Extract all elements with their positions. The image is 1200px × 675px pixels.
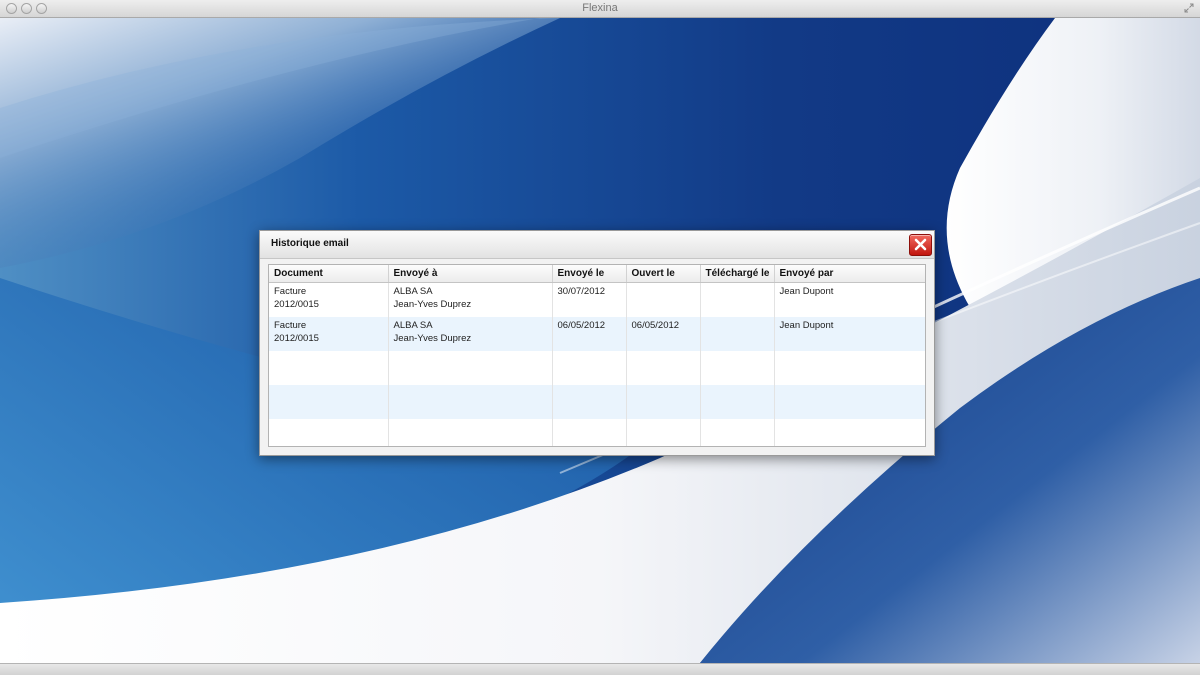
empty-cell [388, 419, 553, 446]
empty-cell [774, 385, 925, 419]
recipient-company: ALBA SA [393, 286, 433, 297]
empty-cell [552, 385, 627, 419]
empty-cell [626, 419, 701, 446]
column-header-telecharge-le[interactable]: Téléchargé le [700, 265, 775, 283]
cell-ouvert-le: 06/05/2012 [626, 317, 701, 351]
empty-row [269, 385, 925, 419]
empty-cell [774, 351, 925, 385]
column-header-envoye-le[interactable]: Envoyé le [552, 265, 627, 283]
cell-telecharge-le [700, 282, 775, 317]
empty-row [269, 351, 925, 385]
empty-cell [700, 419, 775, 446]
table-header-row: Document Envoyé à Envoyé le Ouvert le Té… [269, 265, 925, 283]
cell-ouvert-le [626, 282, 701, 317]
email-history-table: Document Envoyé à Envoyé le Ouvert le Té… [268, 264, 926, 447]
document-type: Facture [274, 286, 307, 297]
recipient-company: ALBA SA [393, 320, 433, 331]
fullscreen-icon[interactable] [1184, 3, 1194, 13]
dialog-close-button[interactable] [909, 234, 932, 256]
document-number: 2012/0015 [274, 332, 319, 344]
empty-cell [269, 351, 389, 385]
empty-cell [552, 419, 627, 446]
table-row[interactable]: Facture 2012/0015 ALBA SA Jean-Yves Dupr… [269, 282, 925, 317]
dialog-header: Historique email [260, 231, 934, 259]
recipient-contact: Jean-Yves Duprez [393, 298, 472, 310]
empty-cell [552, 351, 627, 385]
cell-envoye-a: ALBA SA Jean-Yves Duprez [388, 317, 553, 351]
cell-envoye-le: 30/07/2012 [552, 282, 627, 317]
empty-cell [626, 351, 701, 385]
document-type: Facture [274, 320, 307, 331]
empty-cell [388, 351, 553, 385]
empty-row [269, 419, 925, 446]
cell-envoye-a: ALBA SA Jean-Yves Duprez [388, 282, 553, 317]
cell-document: Facture 2012/0015 [269, 317, 389, 351]
dialog-title: Historique email [271, 238, 349, 249]
empty-cell [700, 351, 775, 385]
empty-cell [700, 385, 775, 419]
cell-envoye-par: Jean Dupont [774, 317, 925, 351]
cell-envoye-par: Jean Dupont [774, 282, 925, 317]
document-number: 2012/0015 [274, 298, 319, 310]
cell-telecharge-le [700, 317, 775, 351]
close-icon [914, 238, 927, 251]
email-history-dialog: Historique email Document Envoyé à Envoy… [259, 230, 935, 456]
empty-cell [626, 385, 701, 419]
column-header-envoye-par[interactable]: Envoyé par [774, 265, 925, 283]
cell-envoye-le: 06/05/2012 [552, 317, 627, 351]
empty-cell [269, 385, 389, 419]
empty-cell [388, 385, 553, 419]
column-header-ouvert-le[interactable]: Ouvert le [626, 265, 701, 283]
window-title: Flexina [582, 2, 618, 14]
recipient-contact: Jean-Yves Duprez [393, 332, 472, 344]
app-window: Flexina Historique email Document Envoyé… [0, 0, 1200, 675]
column-header-document[interactable]: Document [269, 265, 389, 283]
empty-cell [269, 419, 389, 446]
cell-document: Facture 2012/0015 [269, 282, 389, 317]
empty-cell [774, 419, 925, 446]
title-bar: Flexina [0, 0, 1200, 18]
status-bar [0, 663, 1200, 675]
table-row[interactable]: Facture 2012/0015 ALBA SA Jean-Yves Dupr… [269, 317, 925, 351]
column-header-envoye-a[interactable]: Envoyé à [388, 265, 553, 283]
